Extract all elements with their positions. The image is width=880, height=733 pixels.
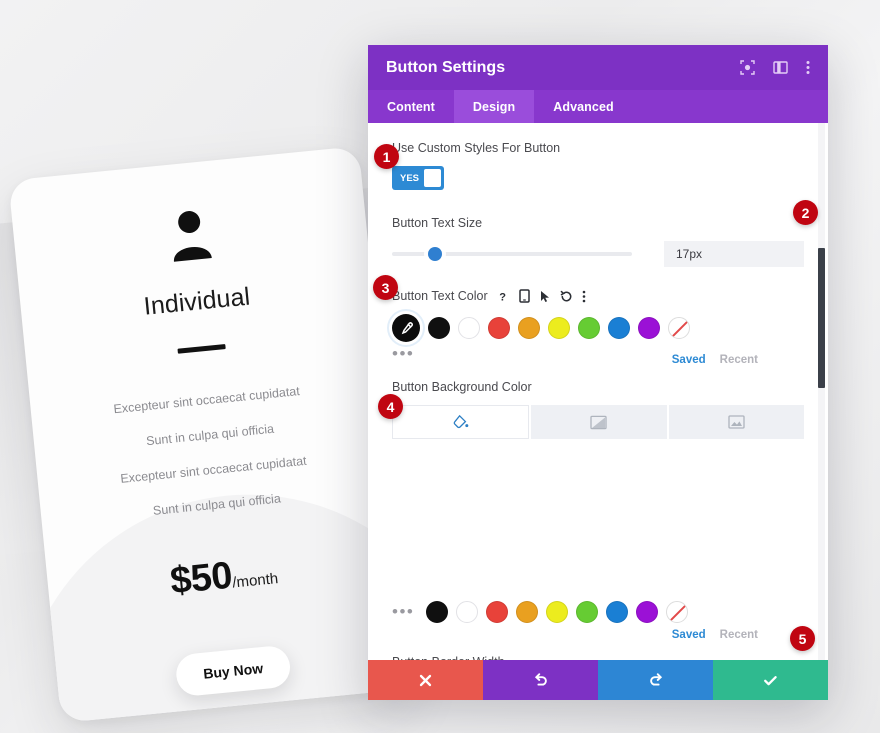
- eyedropper-icon[interactable]: [392, 314, 420, 342]
- more-vertical-icon[interactable]: [806, 60, 810, 75]
- text-color-label-row: Button Text Color ?: [392, 289, 804, 303]
- bg-tab-gradient[interactable]: [531, 405, 667, 439]
- custom-styles-toggle[interactable]: YES: [392, 166, 444, 190]
- bg-tab-solid[interactable]: [392, 405, 530, 439]
- tab-design[interactable]: Design: [453, 90, 535, 123]
- slider-knob[interactable]: [428, 247, 443, 261]
- swatch-blue[interactable]: [608, 317, 630, 339]
- annotation-marker-5: 5: [790, 626, 815, 651]
- swatch-blue[interactable]: [606, 601, 628, 623]
- swatch-red[interactable]: [486, 601, 508, 623]
- feature-list: Excepteur sint occaecat cupidatat Sunt i…: [31, 376, 393, 529]
- split-panel-icon[interactable]: [773, 60, 788, 75]
- undo-button[interactable]: [483, 660, 598, 700]
- text-size-label: Button Text Size: [392, 216, 483, 230]
- save-button[interactable]: [713, 660, 828, 700]
- swatch-black[interactable]: [426, 601, 448, 623]
- card-title: Individual: [142, 282, 252, 321]
- bg-color-swatches: •••: [392, 601, 804, 623]
- custom-styles-label: Use Custom Styles For Button: [392, 141, 561, 155]
- modal-tabs: Content Design Advanced: [368, 90, 828, 123]
- bg-tab-image[interactable]: [668, 405, 804, 439]
- recent-tab[interactable]: Recent: [720, 629, 758, 641]
- swatch-white[interactable]: [456, 601, 478, 623]
- toggle-value: YES: [400, 172, 420, 184]
- reset-icon[interactable]: [560, 290, 573, 303]
- modal-header: Button Settings: [368, 45, 828, 90]
- text-color-meta: Saved Recent: [392, 354, 804, 366]
- annotation-marker-4: 4: [378, 394, 403, 419]
- annotation-marker-2: 2: [793, 200, 818, 225]
- recent-tab[interactable]: Recent: [720, 354, 758, 366]
- image-icon: [728, 415, 745, 429]
- swatch-yellow[interactable]: [548, 317, 570, 339]
- tab-advanced[interactable]: Advanced: [534, 90, 633, 123]
- swatch-green[interactable]: [578, 317, 600, 339]
- more-vertical-icon[interactable]: [582, 290, 586, 303]
- saved-tab[interactable]: Saved: [672, 629, 706, 641]
- page-title: Button Settings: [386, 58, 506, 76]
- price-amount: $50: [168, 554, 234, 603]
- text-size-slider[interactable]: [392, 244, 632, 264]
- swatch-none[interactable]: [666, 601, 688, 623]
- swatch-purple[interactable]: [638, 317, 660, 339]
- saved-tab[interactable]: Saved: [672, 354, 706, 366]
- modal-body: Use Custom Styles For Button YES Button …: [368, 123, 828, 660]
- help-icon[interactable]: ?: [497, 290, 510, 303]
- text-size-input[interactable]: 17px: [664, 241, 804, 267]
- scrollbar-track[interactable]: [818, 123, 825, 660]
- button-settings-modal: Button Settings Content Design Advanced …: [368, 45, 828, 700]
- svg-text:?: ?: [499, 291, 506, 303]
- swatch-black[interactable]: [428, 317, 450, 339]
- swatch-orange[interactable]: [516, 601, 538, 623]
- swatch-red[interactable]: [488, 317, 510, 339]
- border-width-label: Button Border Width: [392, 655, 804, 660]
- more-colors-icon[interactable]: •••: [392, 602, 418, 622]
- text-color-swatches: [392, 314, 804, 342]
- cancel-button[interactable]: [368, 660, 483, 700]
- bg-color-tabs: [392, 405, 804, 439]
- annotation-marker-3: 3: [373, 275, 398, 300]
- price-row: $50/month: [47, 538, 402, 615]
- bg-color-meta: Saved Recent: [392, 629, 804, 641]
- custom-styles-toggle-wrap: YES: [392, 166, 804, 190]
- scrollbar-thumb[interactable]: [818, 248, 825, 388]
- more-colors-icon[interactable]: •••: [392, 344, 418, 364]
- text-size-row: 17px: [392, 241, 804, 267]
- device-mobile-icon[interactable]: [518, 289, 530, 303]
- card-divider: [177, 344, 226, 354]
- text-color-label: Button Text Color: [392, 289, 488, 303]
- gradient-icon: [590, 415, 608, 430]
- swatch-green[interactable]: [576, 601, 598, 623]
- color-picker-area[interactable]: [392, 449, 804, 601]
- paint-bucket-icon: [453, 414, 469, 430]
- tab-content[interactable]: Content: [368, 90, 454, 123]
- cursor-icon[interactable]: [539, 290, 551, 303]
- header-icon-group: [740, 60, 810, 75]
- person-icon: [13, 192, 369, 283]
- swatch-white[interactable]: [458, 317, 480, 339]
- swatch-purple[interactable]: [636, 601, 658, 623]
- swatch-none[interactable]: [668, 317, 690, 339]
- swatch-orange[interactable]: [518, 317, 540, 339]
- focus-target-icon[interactable]: [740, 60, 755, 75]
- toggle-knob: [424, 169, 441, 187]
- modal-footer: [368, 660, 828, 700]
- swatch-yellow[interactable]: [546, 601, 568, 623]
- pricing-card: Individual Excepteur sint occaecat cupid…: [8, 146, 412, 723]
- price-period: /month: [231, 570, 279, 592]
- redo-button[interactable]: [598, 660, 713, 700]
- annotation-marker-1: 1: [374, 144, 399, 169]
- bg-color-label: Button Background Color: [392, 380, 532, 394]
